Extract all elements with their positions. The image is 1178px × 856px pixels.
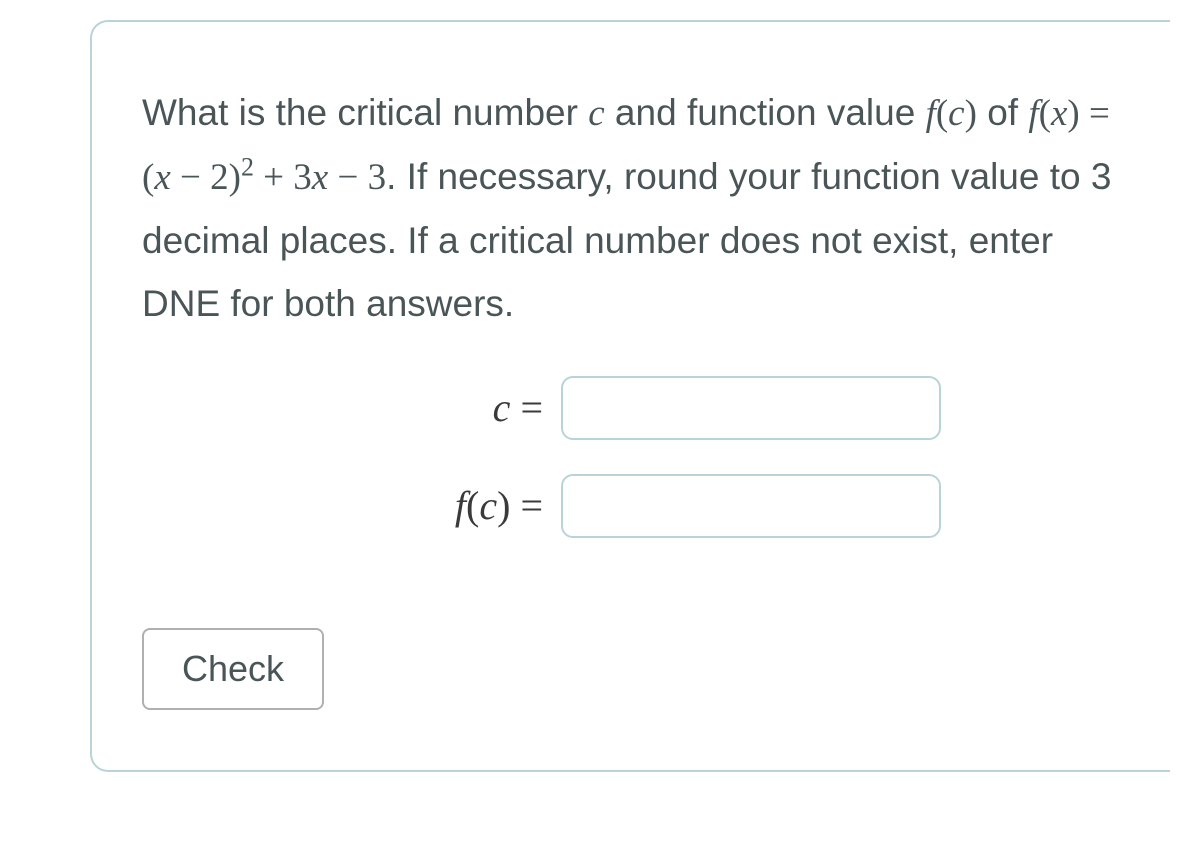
fc-input-row: f(c) = xyxy=(321,474,941,538)
fc-input[interactable] xyxy=(561,474,941,538)
fc-label: f(c) = xyxy=(455,482,543,529)
c-input-row: c = xyxy=(321,376,941,440)
button-row: Check xyxy=(142,628,1120,710)
var-c: c xyxy=(588,93,604,134)
check-button[interactable]: Check xyxy=(142,628,324,710)
question-mid1: and function value xyxy=(605,92,926,133)
c-input[interactable] xyxy=(561,376,941,440)
question-mid2: of xyxy=(977,92,1028,133)
c-label: c = xyxy=(493,384,543,431)
question-panel: What is the critical number c and functi… xyxy=(90,20,1170,772)
question-text: What is the critical number c and functi… xyxy=(142,82,1120,336)
question-intro: What is the critical number xyxy=(142,92,588,133)
inputs-area: c = f(c) = xyxy=(142,376,1120,538)
fc-term: f(c) xyxy=(926,93,977,134)
